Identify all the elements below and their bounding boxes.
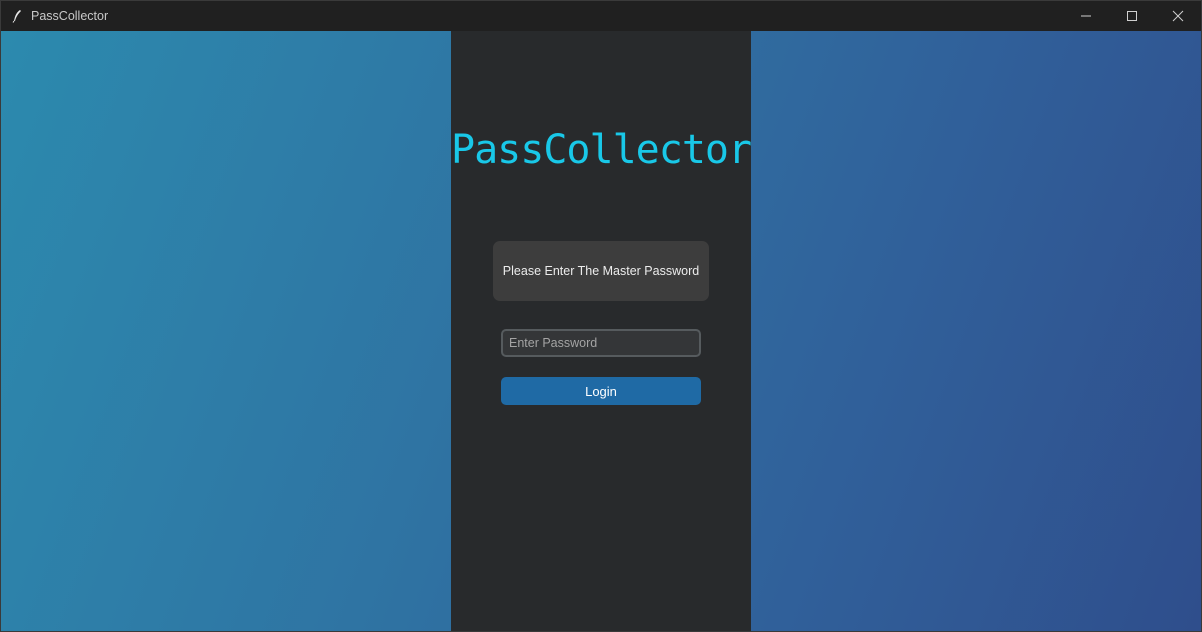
maximize-button[interactable] (1109, 1, 1155, 31)
minimize-icon (1081, 15, 1091, 17)
close-button[interactable] (1155, 1, 1201, 31)
gradient-background: PassCollector Please Enter The Master Pa… (1, 31, 1201, 631)
prompt-label: Please Enter The Master Password (493, 241, 709, 301)
window-title: PassCollector (31, 9, 109, 23)
app-title: PassCollector (451, 127, 752, 173)
login-panel: PassCollector Please Enter The Master Pa… (451, 31, 752, 631)
password-input[interactable] (501, 329, 701, 357)
prompt-text: Please Enter The Master Password (502, 264, 700, 278)
app-window: PassCollector PassCollector Please Enter… (0, 0, 1202, 632)
login-button[interactable]: Login (501, 377, 701, 405)
maximize-icon (1127, 11, 1137, 21)
window-controls (1063, 1, 1201, 31)
close-icon (1172, 10, 1184, 22)
minimize-button[interactable] (1063, 1, 1109, 31)
title-bar[interactable]: PassCollector (1, 1, 1201, 31)
feather-icon (11, 9, 23, 23)
